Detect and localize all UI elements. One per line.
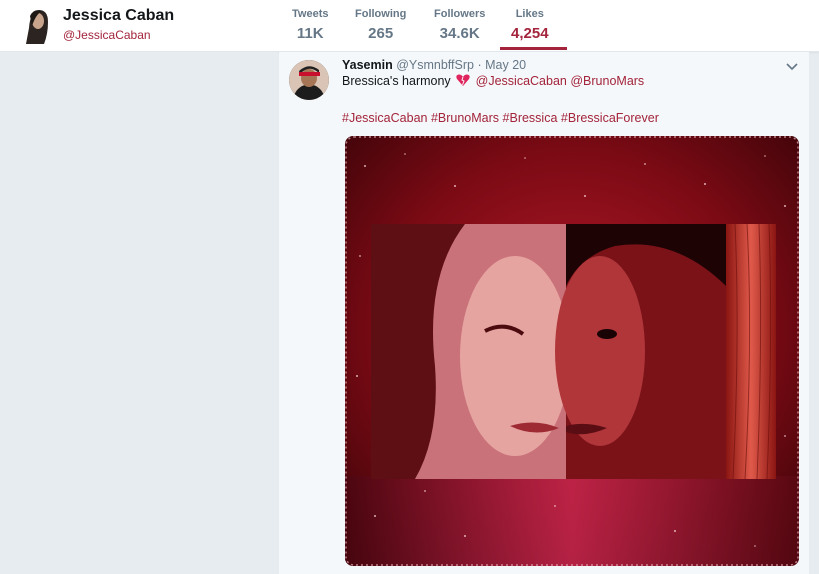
tweet-author-name[interactable]: Yasemin — [342, 58, 393, 72]
profile-name[interactable]: Jessica Caban — [63, 7, 174, 25]
mention-link[interactable]: @BrunoMars — [570, 74, 644, 88]
tweet-header: Yasemin @YsmnbffSrp · May 20 — [342, 58, 526, 72]
stat-value: 11K — [296, 25, 324, 42]
timeline: Yasemin @YsmnbffSrp · May 20 Bressica's … — [279, 52, 809, 574]
hashtag-link[interactable]: #Bressica — [503, 111, 558, 125]
left-sidebar — [0, 52, 278, 574]
stat-tweets[interactable]: Tweets 11K — [292, 8, 328, 42]
tweet-timestamp[interactable]: May 20 — [485, 58, 526, 72]
active-tab-indicator — [500, 47, 567, 50]
mention-link[interactable]: @JessicaCaban — [476, 74, 567, 88]
stat-following[interactable]: Following 265 — [355, 8, 406, 42]
tweet[interactable]: Yasemin @YsmnbffSrp · May 20 Bressica's … — [279, 52, 809, 574]
stat-value: 265 — [368, 25, 394, 42]
stat-value: 34.6K — [439, 25, 480, 42]
chevron-down-icon[interactable] — [783, 57, 801, 75]
profile-header: Jessica Caban @JessicaCaban Tweets 11K F… — [0, 0, 819, 52]
tweet-text: Bressica's harmony @JessicaCaban @BrunoM… — [342, 74, 644, 88]
hashtag-link[interactable]: #JessicaCaban — [342, 111, 427, 125]
broken-heart-icon — [456, 74, 470, 86]
stat-value: 4,254 — [511, 25, 549, 42]
tweet-hashtags: #JessicaCaban #BrunoMars #Bressica #Bres… — [342, 111, 659, 125]
stat-label: Followers — [434, 8, 486, 20]
tweet-author-avatar[interactable] — [289, 60, 329, 100]
stat-likes[interactable]: Likes 4,254 — [511, 8, 549, 42]
tweet-author-handle[interactable]: @YsmnbffSrp — [396, 58, 474, 72]
profile-avatar[interactable] — [20, 4, 54, 44]
tweet-separator: · — [477, 58, 482, 72]
stat-label: Tweets — [292, 8, 329, 20]
profile-handle[interactable]: @JessicaCaban — [63, 28, 151, 42]
stat-label: Following — [355, 8, 407, 20]
stat-followers[interactable]: Followers 34.6K — [434, 8, 485, 42]
hashtag-link[interactable]: #BrunoMars — [431, 111, 499, 125]
hashtag-link[interactable]: #BressicaForever — [561, 111, 659, 125]
tweet-text-content: Bressica's harmony — [342, 74, 451, 88]
tweet-media-image[interactable] — [345, 136, 799, 566]
stat-label: Likes — [515, 8, 544, 20]
